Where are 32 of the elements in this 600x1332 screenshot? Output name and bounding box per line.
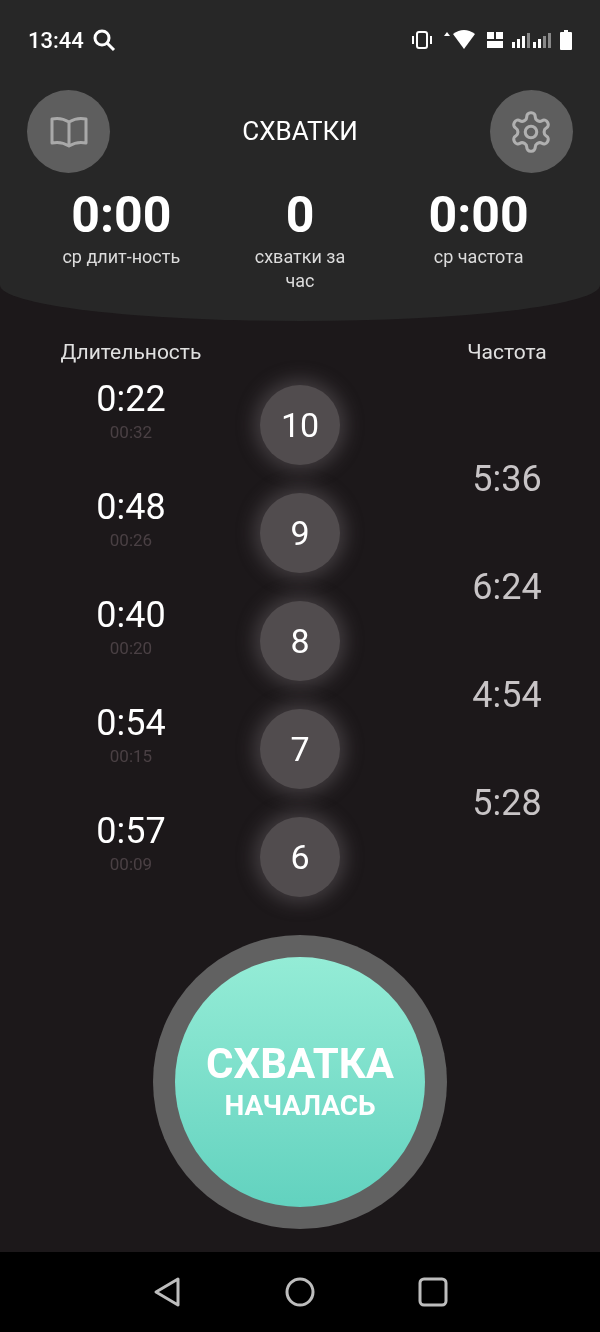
stat-label: схватки за час: [253, 245, 347, 293]
app-title: СХВАТКИ: [242, 115, 358, 148]
battery-icon: [560, 30, 572, 50]
duration-value: 0:48: [96, 485, 166, 529]
contraction-number: 7: [260, 709, 340, 789]
contraction-number: 10: [260, 385, 340, 465]
stat-label: ср частота: [432, 245, 525, 269]
wifi-icon: [442, 30, 478, 50]
search-icon: [91, 28, 116, 52]
vibrate-icon: [410, 31, 434, 49]
recents-icon[interactable]: [418, 1277, 449, 1307]
stat-value: 0:00: [71, 185, 172, 245]
frequency-value: 5:28: [472, 781, 542, 826]
duration-value: 0:57: [96, 809, 166, 853]
frequency-value: 4:54: [472, 673, 542, 718]
contraction-number: 8: [260, 601, 340, 681]
column-header: Частота: [467, 339, 547, 366]
home-icon[interactable]: [285, 1277, 315, 1307]
column-header: Длительность: [60, 339, 202, 366]
signal-icon: [512, 31, 552, 49]
frequency-value: 5:36: [472, 457, 542, 502]
duration-value: 0:54: [96, 701, 166, 745]
duration-value: 0:22: [96, 377, 166, 421]
duration-value: 0:40: [96, 593, 166, 637]
clock-time: 13:44: [28, 26, 84, 55]
stat-label: ср длит-ность: [61, 245, 182, 269]
contraction-number: 9: [260, 493, 340, 573]
stat-value: 0:00: [428, 185, 529, 245]
contraction-start-button[interactable]: СХВАТКА НАЧАЛАСЬ: [175, 956, 425, 1207]
stat-value: 0: [285, 185, 315, 245]
frequency-value: 6:24: [472, 565, 542, 610]
contraction-number: 6: [260, 817, 340, 897]
